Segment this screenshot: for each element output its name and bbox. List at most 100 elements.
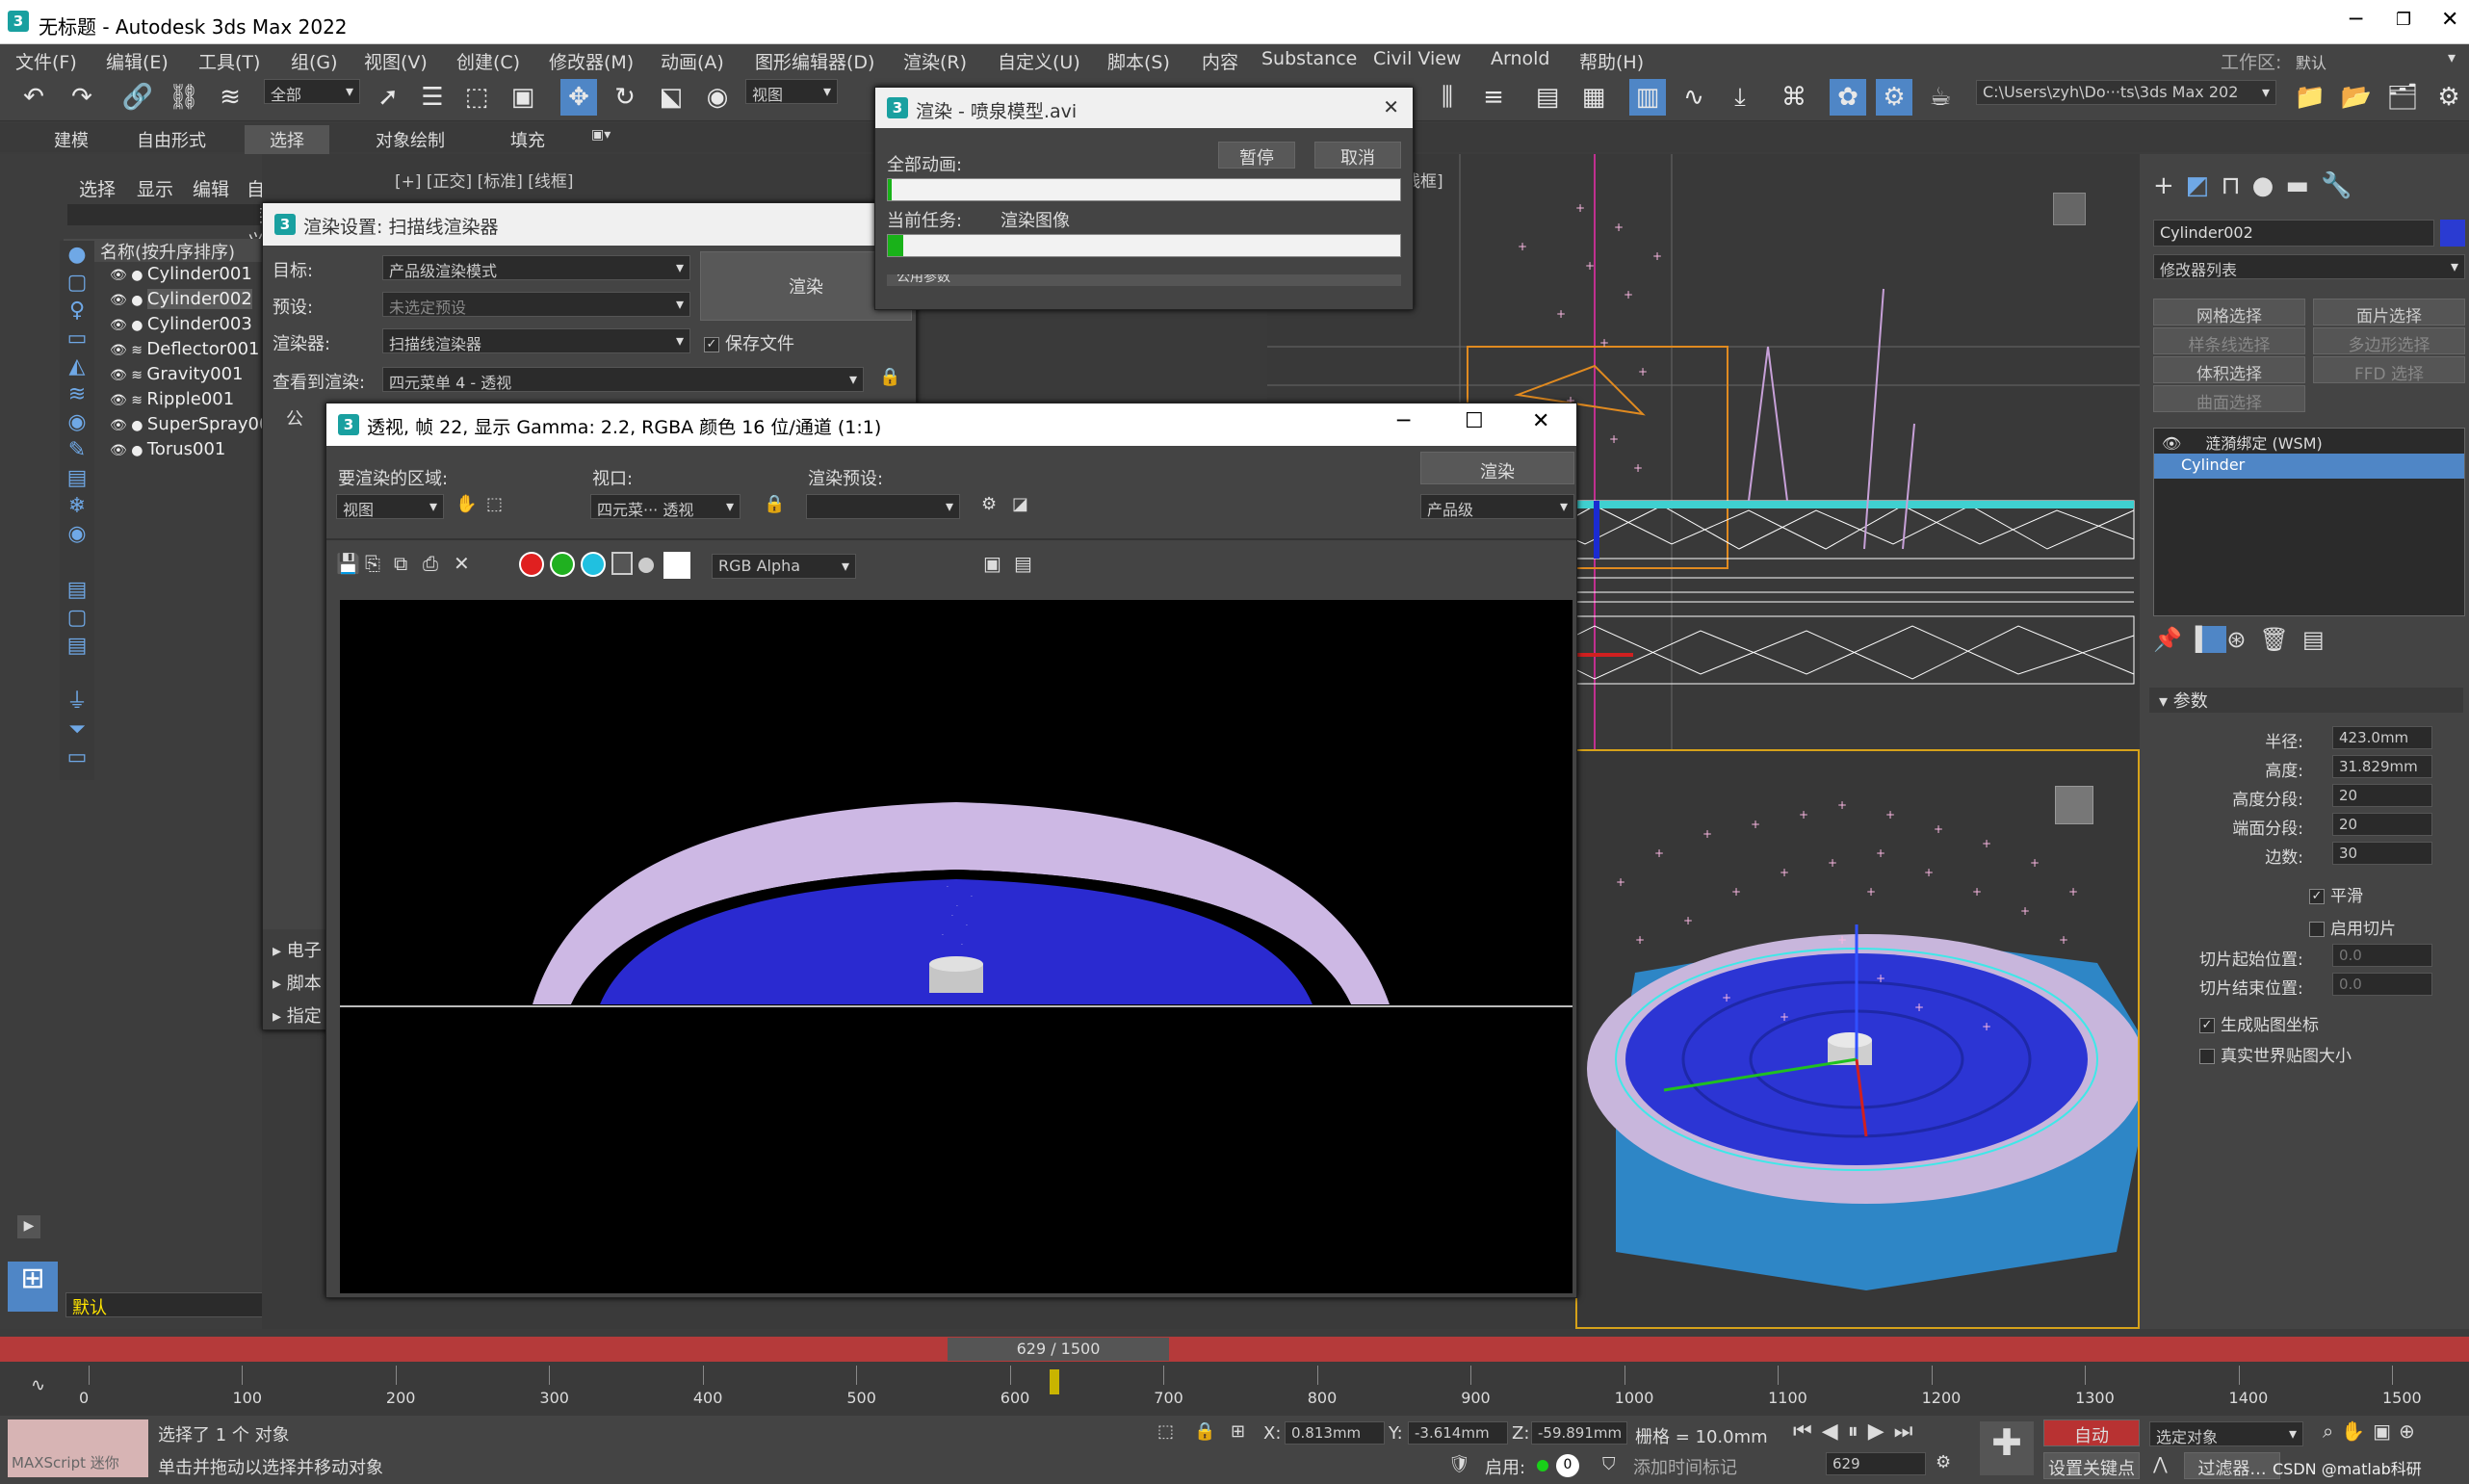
- layer-explorer-icon[interactable]: ▦: [1575, 79, 1612, 116]
- project-save-icon[interactable]: 🗂: [2384, 79, 2421, 116]
- absolute-mode-icon[interactable]: ⊞: [1231, 1421, 1245, 1442]
- link-icon[interactable]: 🔗: [119, 79, 156, 116]
- visibility-icon[interactable]: 👁 ●: [110, 318, 147, 333]
- schematic-view-icon[interactable]: ⌘: [1776, 79, 1812, 116]
- red-channel-icon[interactable]: [519, 552, 544, 577]
- clone-window-icon[interactable]: ⧉: [394, 552, 407, 575]
- tab-selection[interactable]: 选择: [245, 125, 329, 154]
- menu-item-2[interactable]: 工具(T): [198, 48, 260, 74]
- print-icon[interactable]: ⎙: [423, 552, 438, 575]
- dope-sheet-icon[interactable]: ⤓: [1722, 79, 1758, 116]
- project-folder-icon[interactable]: 📁: [2292, 79, 2328, 116]
- select-rotate-icon[interactable]: ↻: [607, 79, 643, 116]
- ribbon-options-icon[interactable]: ▣▾: [591, 127, 611, 143]
- auto-key-button[interactable]: 自动: [2043, 1419, 2140, 1446]
- lock-icon[interactable]: 🔒: [879, 367, 900, 387]
- mirror-icon[interactable]: ⫼: [1429, 79, 1466, 116]
- frame-minimize-icon[interactable]: ─: [1397, 409, 1410, 433]
- menu-item-1[interactable]: 编辑(E): [106, 48, 169, 74]
- viewport-label-top[interactable]: [+] [正交] [标准] [线框]: [395, 168, 574, 192]
- current-frame-marker[interactable]: [1050, 1369, 1060, 1394]
- key-mode-icon[interactable]: ⋀: [2153, 1454, 2168, 1474]
- visibility-icon[interactable]: 👁 ≋: [110, 343, 146, 358]
- visibility-icon[interactable]: 👁 ≋: [110, 393, 146, 408]
- scene-tab-edit[interactable]: 编辑: [193, 175, 229, 201]
- expand-icon[interactable]: ▶: [17, 1215, 40, 1238]
- reference-coord-system[interactable]: 视图: [745, 79, 838, 104]
- pan-icon[interactable]: ✋: [455, 494, 477, 514]
- slice-from-spinner[interactable]: 0.0: [2332, 944, 2432, 967]
- render-preset-select[interactable]: [806, 494, 960, 519]
- scene-item[interactable]: 👁 ● Cylinder001: [69, 264, 252, 284]
- set-key-big-icon[interactable]: ✚: [1980, 1421, 2034, 1475]
- sel-modifier-button[interactable]: 样条线选择: [2153, 327, 2305, 355]
- modifier-list-select[interactable]: 修改器列表: [2153, 254, 2465, 279]
- frame-maximize-icon[interactable]: ☐: [1465, 409, 1484, 433]
- stack-tools[interactable]: 📌▍⊛🗑▤: [2153, 626, 2338, 653]
- stack-item-ripple[interactable]: 👁 涟漪绑定 (WSM): [2154, 429, 2464, 454]
- selection-filter[interactable]: 全部: [264, 79, 360, 104]
- time-config-icon[interactable]: ⚙: [1936, 1452, 1951, 1472]
- isolate-icon[interactable]: ⬚: [1157, 1421, 1174, 1442]
- scene-item[interactable]: 👁 ● Cylinder003: [69, 314, 252, 334]
- render-setup-small-icon[interactable]: ⚙: [981, 494, 997, 514]
- z-spinner[interactable]: -59.891mm: [1531, 1421, 1627, 1445]
- adaptive-degradation-icon[interactable]: 🛡: [1448, 1454, 1470, 1474]
- render-setup-icon[interactable]: ⚙: [1876, 79, 1912, 116]
- maxscript-listener[interactable]: MAXScript 迷你: [8, 1419, 148, 1477]
- pause-button[interactable]: 暂停: [1218, 142, 1295, 169]
- rollout-assign[interactable]: ▸ 指定: [273, 1002, 322, 1028]
- viewport-perspective[interactable]: + + + + + + + + + + + + + + + + + + + + + + + + + + + +: [1575, 749, 2140, 1329]
- smooth-checkbox[interactable]: ✓ 平滑: [2309, 882, 2363, 906]
- frame-viewport-select[interactable]: 四元菜··· 透视: [590, 494, 741, 519]
- render-production-icon[interactable]: ☕: [1922, 79, 1959, 116]
- select-move-icon[interactable]: ✥: [560, 79, 597, 116]
- object-color-swatch[interactable]: [2440, 220, 2465, 247]
- save-file-checkbox[interactable]: ✓ 保存文件: [704, 330, 794, 355]
- params-rollout-clip[interactable]: 公用参数: [887, 274, 1401, 286]
- menu-item-9[interactable]: 渲染(R): [903, 48, 967, 74]
- view-select[interactable]: 四元菜单 4 - 透视: [382, 367, 864, 392]
- display-toggle-icon[interactable]: ▣: [983, 552, 1001, 575]
- stack-item-cylinder[interactable]: Cylinder: [2154, 454, 2464, 479]
- curve-editor-icon[interactable]: ∿: [1676, 79, 1712, 116]
- cancel-button[interactable]: 取消: [1314, 142, 1401, 169]
- workspace-select[interactable]: 默认: [2290, 46, 2461, 71]
- auto-region-icon[interactable]: ⬚: [486, 494, 503, 514]
- menu-item-15[interactable]: Arnold: [1491, 48, 1549, 69]
- preset-select[interactable]: 未选定预设: [382, 292, 690, 317]
- rollout-script[interactable]: ▸ 脚本: [273, 970, 322, 995]
- menu-item-11[interactable]: 脚本(S): [1107, 48, 1170, 74]
- viewcube-icon[interactable]: [2055, 786, 2093, 824]
- tab-object-paint[interactable]: 对象绘制: [376, 127, 445, 152]
- key-filter-select[interactable]: 选定对象: [2149, 1421, 2303, 1446]
- params-rollout-header[interactable]: ▾ 参数: [2149, 688, 2463, 713]
- close-icon[interactable]: ✕: [2441, 8, 2458, 32]
- menu-item-10[interactable]: 自定义(U): [998, 48, 1080, 74]
- visibility-icon[interactable]: 👁 ●: [110, 293, 147, 308]
- real-world-checkbox[interactable]: 真实世界贴图大小: [2199, 1042, 2352, 1066]
- quality-select[interactable]: 产品级: [1420, 494, 1574, 519]
- param-spinner[interactable]: 20: [2332, 813, 2432, 836]
- mono-icon[interactable]: [638, 558, 654, 573]
- gen-map-checkbox[interactable]: ✓ 生成贴图坐标: [2199, 1011, 2319, 1035]
- history-icon[interactable]: ▤: [1014, 552, 1032, 575]
- create-tab-icon[interactable]: +: [2153, 171, 2186, 200]
- green-channel-icon[interactable]: [550, 552, 575, 577]
- menu-item-0[interactable]: 文件(F): [15, 48, 77, 74]
- layout-tabs-icon[interactable]: ⊞: [8, 1262, 58, 1312]
- set-key-button[interactable]: 设置关键点: [2043, 1452, 2140, 1479]
- viewcube-icon-top[interactable]: [2053, 193, 2086, 225]
- menu-item-12[interactable]: 内容: [1202, 48, 1238, 74]
- slice-to-spinner[interactable]: 0.0: [2332, 973, 2432, 996]
- utilities-tab-icon[interactable]: 🔧: [2321, 171, 2363, 200]
- mini-curve-icon[interactable]: ∿: [31, 1375, 45, 1395]
- visibility-icon[interactable]: 👁 ●: [110, 418, 147, 433]
- environment-icon[interactable]: ◪: [1012, 494, 1028, 514]
- key-filters-button[interactable]: 过滤器...: [2184, 1452, 2280, 1479]
- hierarchy-tab-icon[interactable]: ⊓: [2221, 171, 2251, 200]
- enable-toggle[interactable]: 0: [1556, 1454, 1579, 1477]
- show-end-result-icon[interactable]: ▍: [2195, 626, 2227, 653]
- scene-item[interactable]: 👁 ≋ Deflector001: [69, 339, 259, 359]
- param-spinner[interactable]: 20: [2332, 784, 2432, 807]
